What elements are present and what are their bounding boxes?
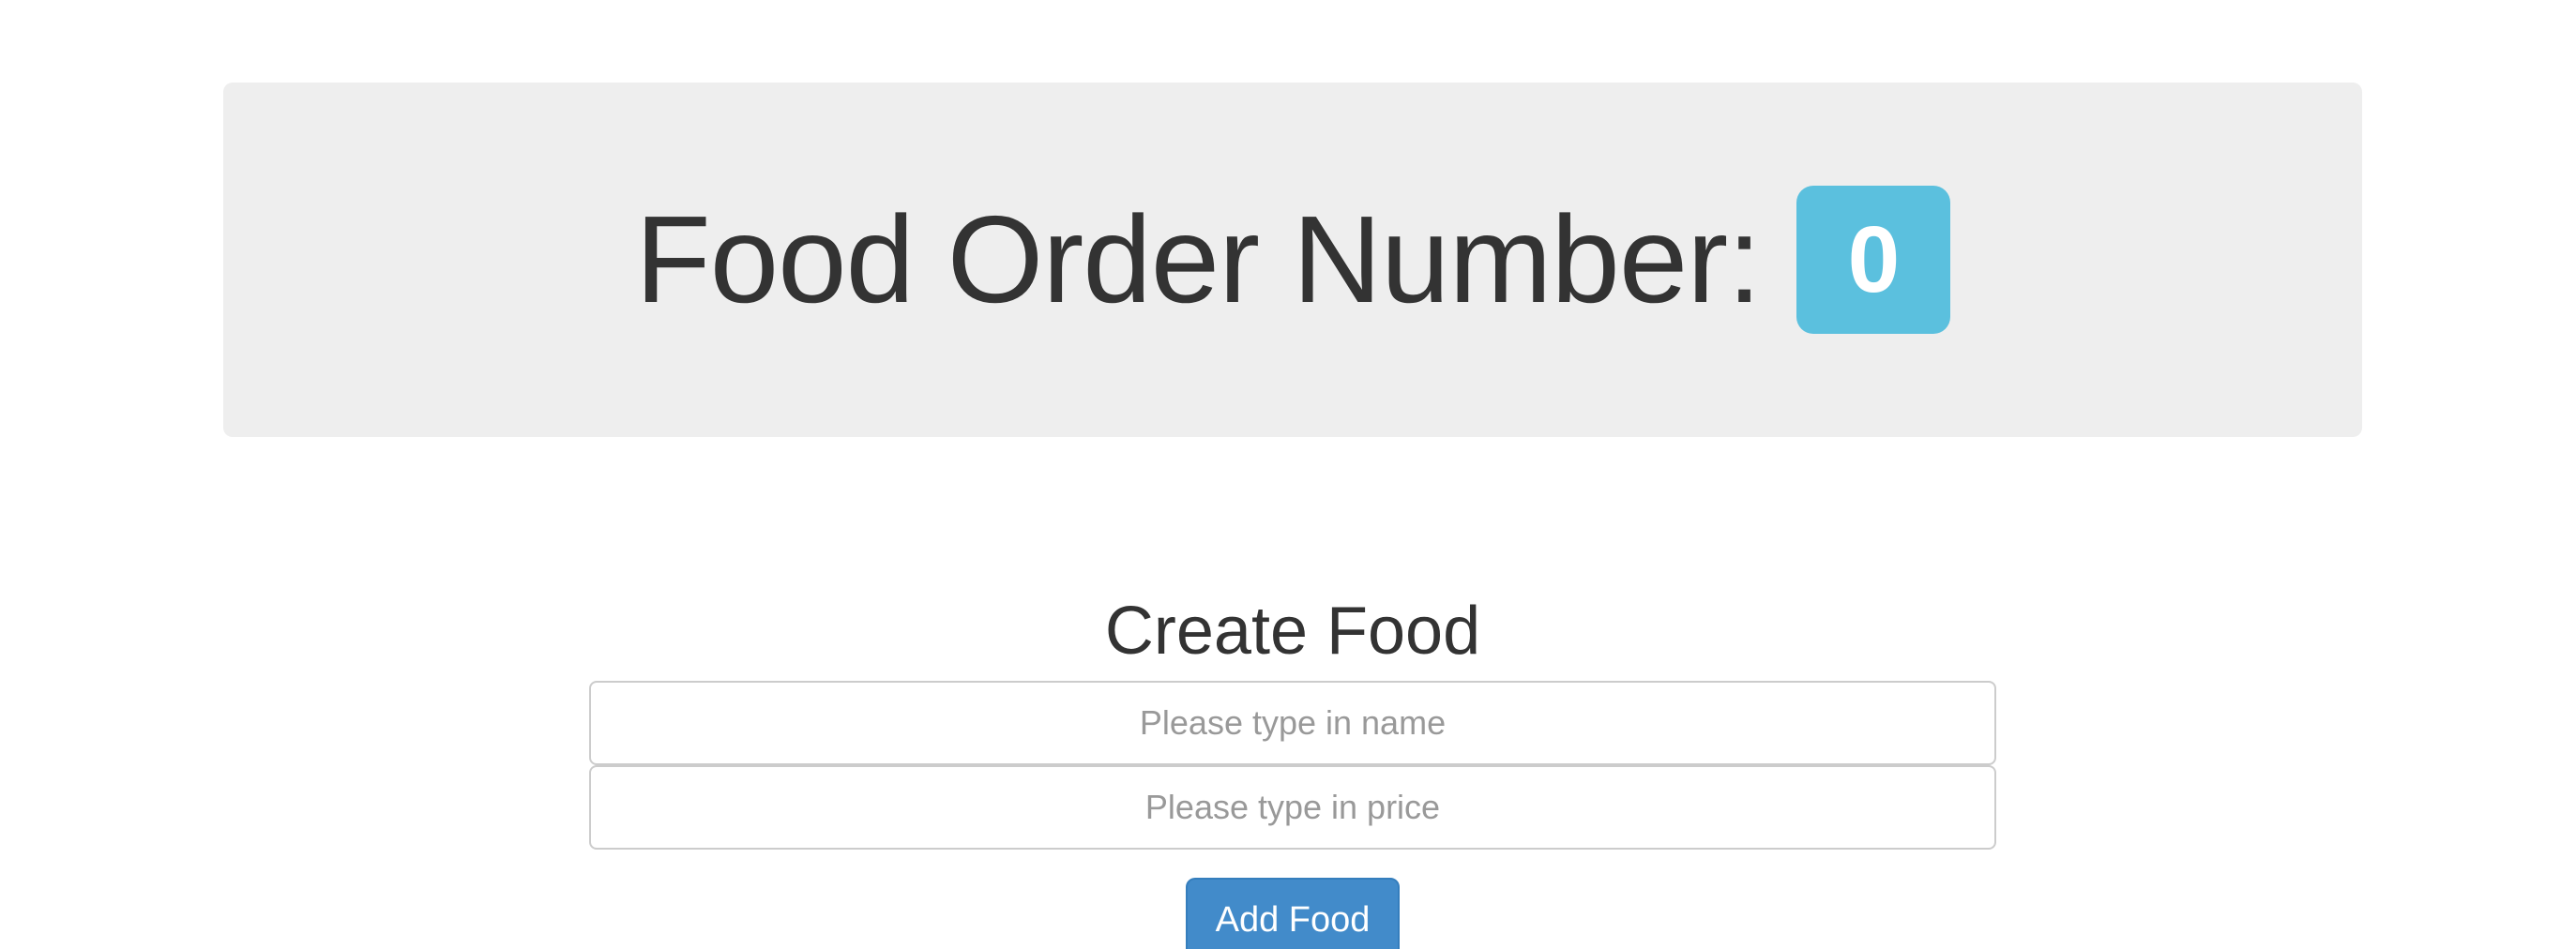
add-food-button[interactable]: Add Food (1186, 878, 1400, 949)
order-title: Food Order Number: (635, 190, 1762, 328)
food-name-input[interactable] (589, 681, 1996, 765)
food-price-input[interactable] (589, 765, 1996, 850)
order-jumbotron: Food Order Number: 0 (223, 83, 2362, 437)
page: Food Order Number: 0 Create Food Add Foo… (0, 0, 2576, 949)
create-food-title: Create Food (1104, 594, 1481, 669)
create-food-form: Create Food Add Food (589, 581, 1996, 949)
order-heading: Food Order Number: 0 (635, 186, 1950, 334)
order-count-badge: 0 (1796, 186, 1950, 334)
